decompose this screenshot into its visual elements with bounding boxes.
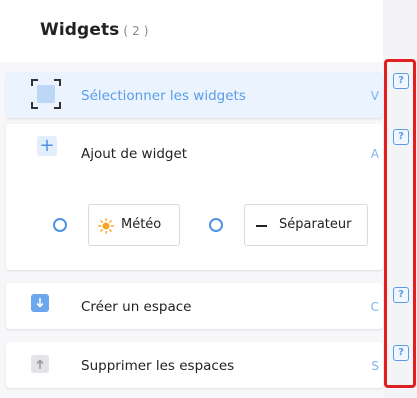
menu-item-select-widgets[interactable]: Sélectionner les widgets V	[6, 72, 383, 118]
menu-item-add-widget[interactable]: + Ajout de widget A Météo Séparateur	[6, 124, 383, 270]
help-button[interactable]: ?	[393, 73, 409, 89]
widget-chip-label: Météo	[121, 217, 162, 232]
widget-count: ( 2 )	[123, 24, 149, 38]
arrow-down-icon	[31, 294, 49, 312]
widgets-panel: Widgets( 2 ) Sélectionner les widgets V …	[0, 0, 383, 398]
menu-item-label: Supprimer les espaces	[81, 358, 235, 374]
help-button[interactable]: ?	[393, 129, 409, 145]
help-button[interactable]: ?	[393, 287, 409, 303]
plus-icon: +	[37, 136, 57, 156]
shortcut-key: A	[370, 147, 379, 161]
menu-item-label: Sélectionner les widgets	[81, 88, 246, 104]
menu-item-create-space[interactable]: Créer un espace C	[6, 283, 383, 329]
arrow-up-icon	[31, 355, 49, 373]
menu-item-label: Créer un espace	[81, 299, 192, 315]
widget-chip-separateur[interactable]: Séparateur	[244, 204, 368, 246]
widget-option-radio-separateur[interactable]	[209, 218, 223, 232]
page-title: Widgets( 2 )	[40, 20, 149, 40]
menu-item-delete-spaces[interactable]: Supprimer les espaces S	[6, 342, 383, 388]
widget-chip-label: Séparateur	[279, 217, 352, 232]
panel-header: Widgets( 2 )	[0, 0, 383, 62]
menu-item-label: Ajout de widget	[81, 146, 188, 162]
selection-icon	[31, 79, 61, 109]
shortcut-key: C	[370, 300, 379, 314]
sun-icon	[98, 218, 114, 234]
help-button[interactable]: ?	[393, 345, 409, 361]
shortcut-key: S	[371, 359, 379, 373]
dash-icon	[256, 225, 267, 227]
widget-option-radio-meteo[interactable]	[53, 218, 67, 232]
widget-chip-meteo[interactable]: Météo	[88, 204, 180, 246]
shortcut-key: V	[370, 89, 379, 103]
